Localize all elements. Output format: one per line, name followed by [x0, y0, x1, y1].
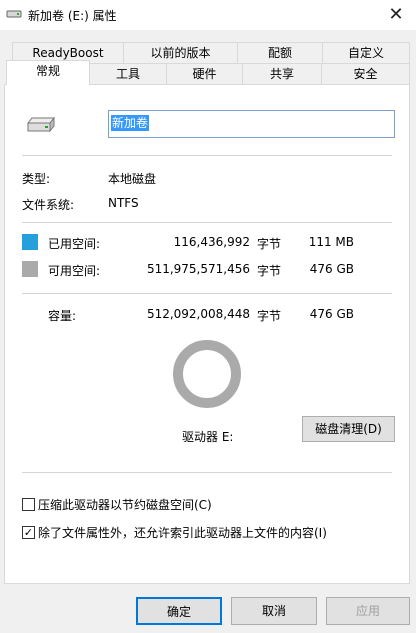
type-value: 本地磁盘 — [108, 172, 157, 186]
volume-name-value: 新加卷 — [111, 115, 150, 131]
close-icon[interactable]: ✕ — [384, 3, 408, 27]
divider — [22, 155, 392, 156]
tab-previous-versions[interactable]: 以前的版本 — [123, 42, 238, 64]
used-space-size: 111 MB — [308, 235, 354, 249]
free-space-unit: 字节 — [257, 264, 282, 278]
tab-general[interactable]: 常规 — [6, 60, 90, 85]
volume-name-input[interactable]: 新加卷 — [108, 110, 395, 138]
free-space-label: 可用空间: — [48, 264, 101, 278]
disk-usage-ring — [173, 340, 241, 408]
used-space-bytes: 116,436,992 — [173, 235, 250, 249]
used-space-unit: 字节 — [257, 237, 282, 251]
capacity-label: 容量: — [48, 309, 77, 323]
tab-hardware[interactable]: 硬件 — [166, 63, 243, 85]
tab-tools[interactable]: 工具 — [89, 63, 167, 85]
index-checkbox[interactable]: ✓ — [22, 526, 35, 539]
tab-sharing[interactable]: 共享 — [242, 63, 322, 85]
used-space-swatch — [22, 234, 38, 250]
filesystem-value: NTFS — [108, 196, 139, 210]
title-bar: 新加卷 (E:) 属性 ✕ — [0, 0, 416, 30]
cancel-button[interactable]: 取消 — [231, 597, 317, 625]
index-checkbox-label: 除了文件属性外，还允许索引此驱动器上文件的内容(I) — [38, 526, 327, 540]
free-space-bytes: 511,975,571,456 — [146, 262, 250, 276]
divider — [22, 222, 392, 223]
drive-icon — [6, 10, 22, 18]
capacity-size: 476 GB — [309, 307, 354, 321]
compress-checkbox[interactable] — [22, 498, 35, 511]
capacity-bytes: 512,092,008,448 — [146, 307, 250, 321]
ok-button[interactable]: 确定 — [136, 597, 222, 625]
divider — [22, 293, 392, 294]
tab-quota[interactable]: 配额 — [237, 42, 323, 64]
apply-button[interactable]: 应用 — [326, 597, 410, 625]
tab-customize[interactable]: 自定义 — [322, 42, 410, 64]
tab-security[interactable]: 安全 — [321, 63, 410, 85]
divider — [22, 472, 392, 473]
drive-letter-label: 驱动器 E: — [182, 430, 234, 444]
window-title: 新加卷 (E:) 属性 — [28, 9, 117, 23]
disk-cleanup-button[interactable]: 磁盘清理(D) — [302, 416, 395, 442]
type-label: 类型: — [22, 172, 51, 186]
capacity-unit: 字节 — [257, 309, 282, 323]
used-space-label: 已用空间: — [48, 237, 101, 251]
free-space-size: 476 GB — [309, 262, 354, 276]
compress-checkbox-label: 压缩此驱动器以节约磁盘空间(C) — [38, 498, 212, 512]
drive-icon-large — [26, 116, 56, 133]
free-space-swatch — [22, 261, 38, 277]
filesystem-label: 文件系统: — [22, 198, 75, 212]
